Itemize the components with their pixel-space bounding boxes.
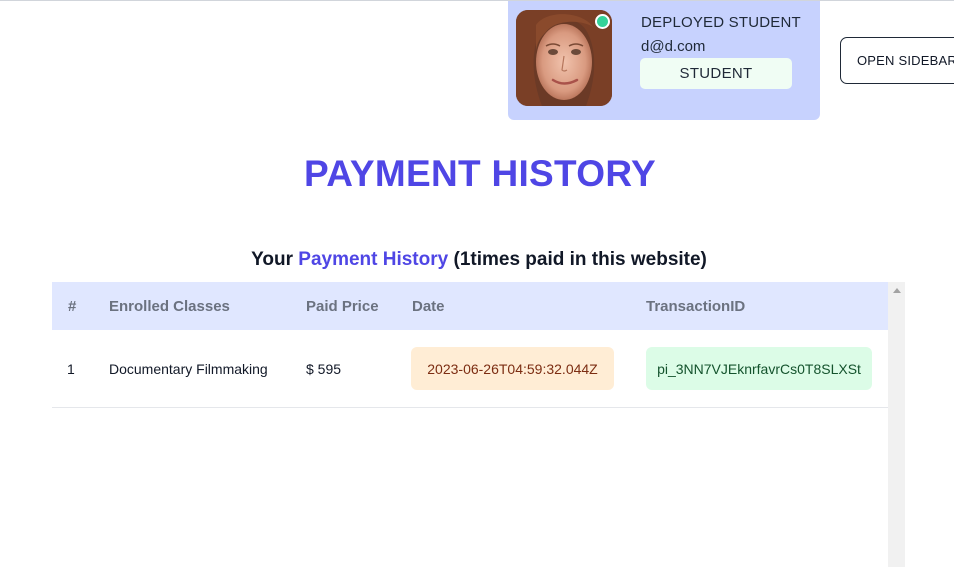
scroll-up-icon[interactable]: [888, 286, 905, 296]
table-header: # Enrolled Classes Paid Price Date Trans…: [52, 282, 888, 330]
header-index: #: [68, 298, 77, 315]
open-sidebar-button[interactable]: OPEN SIDEBAR: [840, 37, 954, 84]
avatar-container: [516, 10, 612, 106]
row-date-badge: 2023-06-26T04:59:32.044Z: [411, 347, 614, 390]
profile-email: d@d.com: [641, 38, 706, 55]
row-transaction-badge: pi_3NN7VJEknrfavrCs0T8SLXSt: [646, 347, 872, 390]
page-title: PAYMENT HISTORY: [304, 153, 656, 194]
profile-name: DEPLOYED STUDENT: [641, 14, 801, 31]
subtitle-suffix: (1times paid in this website): [453, 249, 707, 270]
header-transaction-id: TransactionID: [646, 298, 746, 315]
payment-history-subtitle: Your Payment History (1times paid in thi…: [0, 249, 954, 271]
row-class-name: Documentary Filmmaking: [109, 361, 268, 377]
row-price: $ 595: [306, 361, 342, 377]
role-badge: STUDENT: [640, 58, 792, 89]
header-date: Date: [412, 298, 445, 315]
table-row: 1 Documentary Filmmaking $ 595 2023-06-2…: [52, 330, 888, 408]
subtitle-prefix: Your: [251, 249, 293, 270]
header-enrolled-classes: Enrolled Classes: [109, 298, 230, 315]
subtitle-accent: Payment History: [298, 249, 449, 270]
payment-table: # Enrolled Classes Paid Price Date Trans…: [52, 282, 905, 567]
profile-card: DEPLOYED STUDENT d@d.com STUDENT: [508, 1, 820, 120]
row-index: 1: [67, 361, 75, 377]
header-paid-price: Paid Price: [306, 298, 379, 315]
table-scrollbar[interactable]: [888, 282, 905, 567]
online-status-icon: [595, 14, 610, 29]
